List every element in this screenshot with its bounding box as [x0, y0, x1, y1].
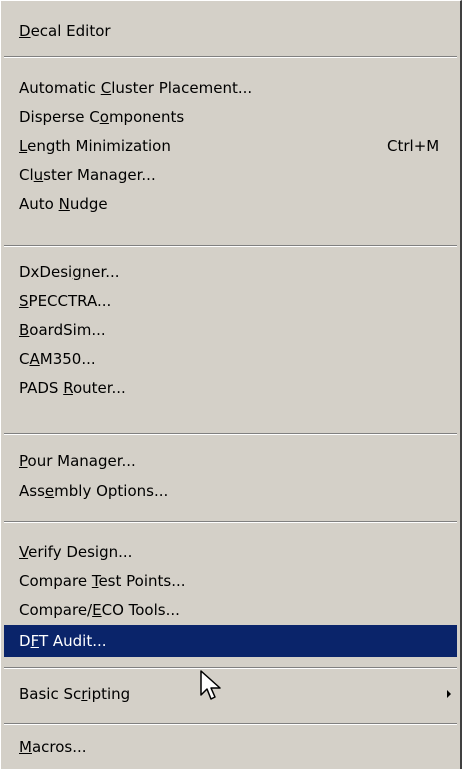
menu-item-auto-nudge[interactable]: Auto Nudge: [4, 190, 457, 218]
menu-item-label: Verify Design...: [19, 543, 133, 561]
menu-item-macros[interactable]: Macros...: [4, 733, 457, 761]
menu-item-label: Assembly Options...: [19, 482, 169, 500]
menu-item-label: Macros...: [19, 738, 87, 756]
menu-item-length-minimization[interactable]: Length Minimization Ctrl+M: [4, 132, 457, 160]
menu-item-label: Basic Scripting: [19, 685, 131, 703]
menu-item-disperse-components[interactable]: Disperse Components: [4, 103, 457, 131]
shortcut-label: Ctrl+M: [387, 137, 440, 155]
menu-item-assembly-options[interactable]: Assembly Options...: [4, 477, 457, 505]
menu-item-label: Disperse Components: [19, 108, 185, 126]
menu-item-label: Compare/ECO Tools...: [19, 601, 180, 619]
menu-item-boardsim[interactable]: BoardSim...: [4, 316, 457, 344]
menu-item-cam350[interactable]: CAM350...: [4, 345, 457, 373]
menu-item-label: DxDesigner...: [19, 263, 120, 281]
menu-item-label: Length Minimization: [19, 137, 171, 155]
triangle-right-icon: [447, 690, 451, 698]
menu-item-label: Decal Editor: [19, 22, 111, 40]
menu-item-label: Cluster Manager...: [19, 166, 156, 184]
mouse-cursor-icon: [200, 670, 221, 700]
menu-item-verify-design[interactable]: Verify Design...: [4, 538, 457, 566]
menu-item-decal-editor[interactable]: Decal Editor: [4, 17, 457, 45]
tools-menu: Decal Editor Automatic Cluster Placement…: [0, 0, 462, 769]
menu-item-label: Automatic Cluster Placement...: [19, 79, 253, 97]
menu-separator: [4, 723, 457, 725]
menu-item-specctra[interactable]: SPECCTRA...: [4, 287, 457, 315]
menu-item-dft-audit[interactable]: DFT Audit...: [4, 625, 457, 657]
menu-item-label: Compare Test Points...: [19, 572, 186, 590]
menu-item-automatic-cluster-placement[interactable]: Automatic Cluster Placement...: [4, 74, 457, 102]
menu-item-label: CAM350...: [19, 350, 96, 368]
menu-item-pour-manager[interactable]: Pour Manager...: [4, 447, 457, 475]
menu-item-label: SPECCTRA...: [19, 292, 112, 310]
menu-item-compare-eco-tools[interactable]: Compare/ECO Tools...: [4, 596, 457, 624]
menu-item-label: PADS Router...: [19, 379, 126, 397]
menu-item-label: Auto Nudge: [19, 195, 108, 213]
menu-item-label: DFT Audit...: [19, 632, 107, 650]
menu-separator: [4, 56, 457, 58]
menu-item-basic-scripting[interactable]: Basic Scripting: [4, 680, 457, 708]
menu-item-label: BoardSim...: [19, 321, 106, 339]
menu-item-label: Pour Manager...: [19, 452, 136, 470]
menu-separator: [4, 245, 457, 247]
menu-item-cluster-manager[interactable]: Cluster Manager...: [4, 161, 457, 189]
menu-item-pads-router[interactable]: PADS Router...: [4, 374, 457, 402]
menu-separator: [4, 433, 457, 435]
menu-separator: [4, 521, 457, 523]
menu-item-dxdesigner[interactable]: DxDesigner...: [4, 258, 457, 286]
menu-item-compare-test-points[interactable]: Compare Test Points...: [4, 567, 457, 595]
menu-separator: [4, 667, 457, 669]
